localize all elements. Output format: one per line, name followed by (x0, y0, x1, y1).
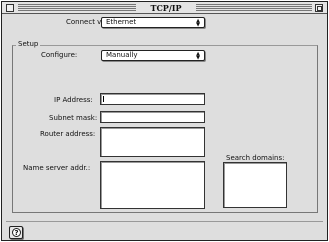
router-address-label: Router address: (40, 130, 96, 138)
ip-address-label: IP Address: (54, 96, 93, 104)
close-box-icon[interactable] (6, 4, 14, 12)
title-bar[interactable]: TCP/IP (2, 2, 327, 14)
router-address-field[interactable] (100, 127, 205, 157)
name-server-label: Name server addr.: (23, 164, 91, 172)
connect-via-popup[interactable]: Ethernet ▲ ▼ (101, 17, 205, 28)
help-icon: ? (12, 228, 21, 237)
subnet-mask-field[interactable] (100, 111, 205, 123)
up-down-arrows-icon: ▲ ▼ (196, 18, 200, 28)
configure-label: Configure: (41, 51, 78, 59)
title-stripes-right (196, 4, 312, 11)
configure-popup[interactable]: Manually ▲ ▼ (101, 50, 205, 61)
title-stripes-left (18, 4, 136, 11)
zoom-box-icon[interactable] (315, 4, 323, 12)
setup-group-label: Setup (16, 40, 41, 49)
tcpip-window: TCP/IP Connect via: Ethernet ▲ ▼ Setup Co… (1, 1, 328, 241)
name-server-field[interactable] (100, 161, 205, 209)
footer-divider (6, 221, 323, 222)
connect-via-value: Ethernet (106, 18, 137, 26)
ip-address-field[interactable] (100, 93, 205, 105)
configure-value: Manually (106, 51, 138, 59)
window-title: TCP/IP (150, 3, 182, 13)
help-button[interactable]: ? (9, 226, 23, 239)
text-cursor (103, 96, 104, 102)
subnet-mask-label: Subnet mask: (49, 114, 98, 122)
up-down-arrows-icon: ▲ ▼ (196, 51, 200, 61)
search-domains-field[interactable] (223, 162, 287, 208)
